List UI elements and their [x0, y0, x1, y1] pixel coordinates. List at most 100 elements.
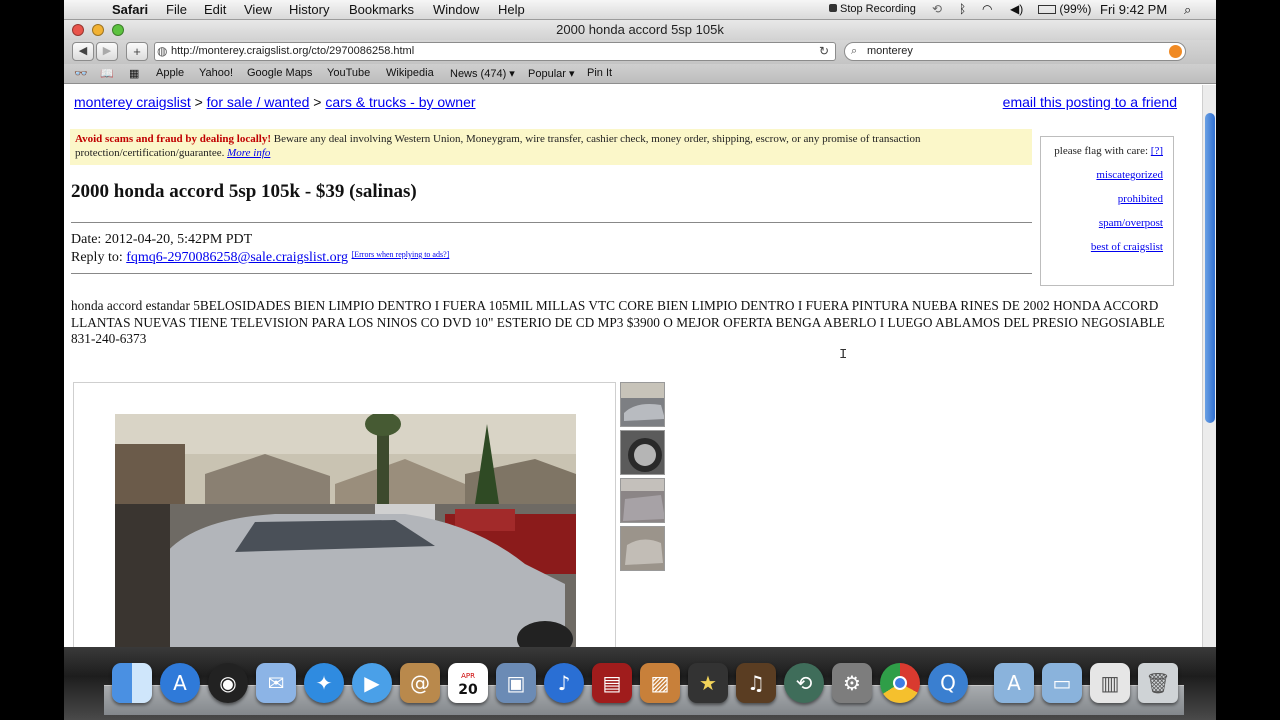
browser-toolbar: ◀ ▶ + ◍ http://monterey.craigslist.org/c…	[64, 40, 1216, 64]
flag-best-of-link[interactable]: best of craigslist	[1051, 241, 1163, 253]
chrome-icon[interactable]	[880, 663, 920, 703]
garageband-icon[interactable]: ♫	[736, 663, 776, 703]
thumbnail-image	[621, 431, 664, 474]
reload-icon[interactable]: ↻	[819, 43, 829, 60]
flag-label-row: please flag with care: [?]	[1051, 145, 1163, 157]
breadcrumb-category-link[interactable]: cars & trucks - by owner	[325, 94, 475, 110]
more-info-link[interactable]: More info	[227, 147, 270, 159]
mail-icon[interactable]: ✉	[256, 663, 296, 703]
battery-item[interactable]: (99%)	[1038, 2, 1091, 16]
posting-date: Date: 2012-04-20, 5:42PM PDT	[71, 232, 253, 247]
itunes-icon[interactable]: ♪	[544, 663, 584, 703]
menu-help[interactable]: Help	[498, 2, 525, 17]
menu-bookmarks[interactable]: Bookmarks	[349, 2, 414, 17]
reply-line: Reply to: fqmq6-2970086258@sale.craigsli…	[71, 250, 449, 266]
dashboard-icon[interactable]: ◉	[208, 663, 248, 703]
top-sites-icon[interactable]: ▦	[129, 67, 139, 80]
flag-help-link[interactable]: [?]	[1151, 145, 1163, 157]
breadcrumb-separator: >	[313, 94, 322, 110]
photo-thumbnail[interactable]	[620, 478, 665, 523]
search-input[interactable]: ⌕ monterey	[844, 42, 1186, 61]
imovie-icon[interactable]: ★	[688, 663, 728, 703]
flag-label: please flag with care:	[1054, 145, 1149, 157]
add-bookmark-button[interactable]: +	[126, 42, 148, 61]
reply-email-link[interactable]: fqmq6-2970086258@sale.craigslist.org	[126, 250, 348, 265]
finder-icon[interactable]	[112, 663, 152, 703]
wifi-icon[interactable]: ◠	[982, 2, 992, 16]
menu-history[interactable]: History	[289, 2, 329, 17]
bookmark-pin-it[interactable]: Pin It	[587, 67, 612, 79]
facetime-icon[interactable]: ▶	[352, 663, 392, 703]
photo-thumbnail[interactable]	[620, 430, 665, 475]
web-page: monterey craigslist > for sale / wanted …	[64, 85, 1202, 647]
iphoto-icon[interactable]: ▣	[496, 663, 536, 703]
downloads-stack-icon[interactable]: ▥	[1090, 663, 1130, 703]
chrome-center-icon	[893, 676, 907, 690]
email-posting-link[interactable]: email this posting to a friend	[1003, 94, 1177, 110]
breadcrumb-site-link[interactable]: monterey craigslist	[74, 94, 191, 110]
quicktime-icon[interactable]: Q	[928, 663, 968, 703]
bookmark-yahoo[interactable]: Yahoo!	[199, 67, 233, 79]
address-bar-value: http://monterey.craigslist.org/cto/29700…	[171, 45, 415, 57]
search-icon: ⌕	[851, 45, 858, 57]
reading-list-icon[interactable]: 👓	[74, 67, 88, 80]
thumbnail-image	[621, 479, 664, 522]
back-button[interactable]: ◀	[72, 42, 94, 61]
dock: A ◉ ✉ ✦ ▶ @ APR 20 ▣ ♪ ▤ ▨ ★ ♫ ⟲ ⚙ Q A ▭…	[64, 647, 1216, 720]
bookmark-youtube[interactable]: YouTube	[327, 67, 370, 79]
time-machine-icon[interactable]: ⟲	[784, 663, 824, 703]
photo-thumbnail[interactable]	[620, 526, 665, 571]
forward-button[interactable]: ▶	[96, 42, 118, 61]
address-bar[interactable]: ◍ http://monterey.craigslist.org/cto/297…	[154, 42, 836, 61]
clock[interactable]: Fri 9:42 PM	[1100, 2, 1167, 17]
flag-miscategorized-link[interactable]: miscategorized	[1051, 169, 1163, 181]
app-menu-safari[interactable]: Safari	[112, 2, 148, 17]
bookmark-wikipedia[interactable]: Wikipedia	[386, 67, 434, 79]
menu-window[interactable]: Window	[433, 2, 479, 17]
scam-warning-banner: Avoid scams and fraud by dealing locally…	[70, 129, 1032, 165]
vertical-scrollbar[interactable]	[1202, 85, 1216, 647]
calendar-month: APR	[461, 672, 475, 680]
app-store-icon[interactable]: A	[160, 663, 200, 703]
system-preferences-icon[interactable]: ⚙	[832, 663, 872, 703]
volume-icon[interactable]: ◀)	[1010, 2, 1023, 16]
scroll-thumb[interactable]	[1205, 113, 1215, 423]
bluetooth-icon[interactable]: ᛒ	[959, 2, 966, 16]
photo-booth-icon[interactable]: ▤	[592, 663, 632, 703]
trash-icon[interactable]: 🗑	[1138, 663, 1178, 703]
safari-icon[interactable]: ✦	[304, 663, 344, 703]
time-machine-menu-icon[interactable]: ⟲	[932, 2, 942, 16]
address-book-icon[interactable]: @	[400, 663, 440, 703]
bookmarks-book-icon[interactable]: 📖	[100, 67, 114, 80]
bookmark-news[interactable]: News (474) ▾	[450, 67, 515, 80]
car-photo-illustration	[115, 414, 576, 647]
menu-bar: Safari File Edit View History Bookmarks …	[64, 0, 1216, 20]
documents-folder-icon[interactable]: ▭	[1042, 663, 1082, 703]
spotlight-icon[interactable]: ⌕	[1184, 2, 1191, 18]
preview-icon[interactable]: ▨	[640, 663, 680, 703]
battery-icon	[1038, 5, 1056, 15]
stop-recording-item[interactable]: Stop Recording	[829, 3, 916, 15]
menu-edit[interactable]: Edit	[204, 2, 226, 17]
snapback-icon[interactable]	[1169, 45, 1182, 58]
bookmark-apple[interactable]: Apple	[156, 67, 184, 79]
flag-prohibited-link[interactable]: prohibited	[1051, 193, 1163, 205]
bookmark-google-maps[interactable]: Google Maps	[247, 67, 312, 79]
applications-folder-icon[interactable]: A	[994, 663, 1034, 703]
reply-errors-link[interactable]: [Errors when replying to ads?]	[352, 250, 450, 259]
flag-spam-link[interactable]: spam/overpost	[1051, 217, 1163, 229]
menu-view[interactable]: View	[244, 2, 272, 17]
calendar-icon[interactable]: APR 20	[448, 663, 488, 703]
right-letterbox	[1216, 0, 1280, 720]
bookmark-popular[interactable]: Popular ▾	[528, 67, 575, 80]
photo-thumbnail[interactable]	[620, 382, 665, 427]
reply-label: Reply to:	[71, 250, 123, 265]
stop-recording-label: Stop Recording	[840, 3, 916, 15]
posting-title: 2000 honda accord 5sp 105k - $39 (salina…	[71, 181, 417, 202]
breadcrumb-section-link[interactable]: for sale / wanted	[207, 94, 310, 110]
search-input-value: monterey	[867, 45, 913, 57]
breadcrumb-separator: >	[194, 94, 203, 110]
thumbnail-image	[621, 527, 664, 570]
main-car-photo[interactable]	[115, 414, 576, 647]
menu-file[interactable]: File	[166, 2, 187, 17]
